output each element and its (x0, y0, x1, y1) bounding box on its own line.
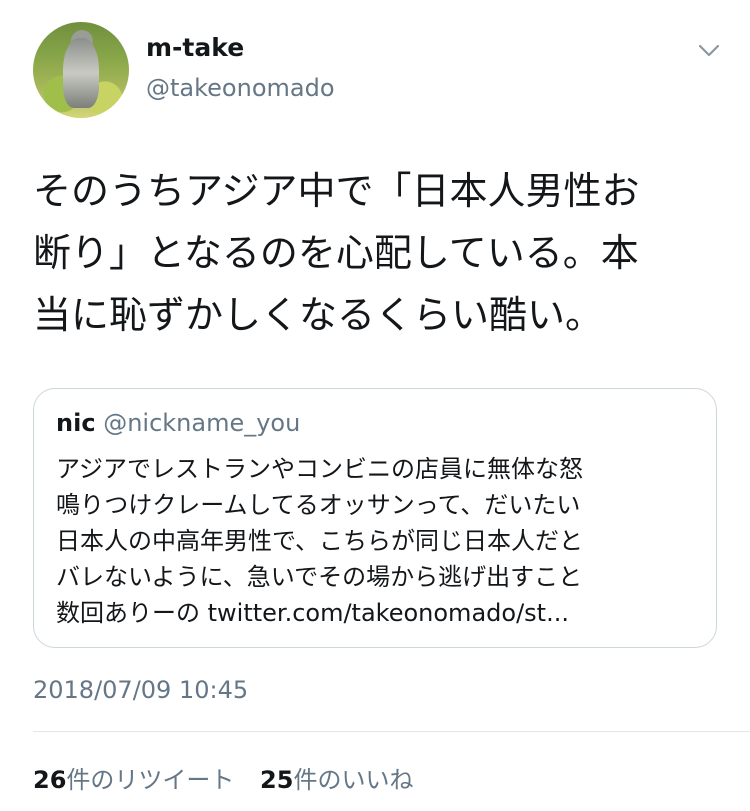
tweet-text: そのうちアジア中で「日本人男性お 断り」となるのを心配している。本 当に恥ずかし… (33, 160, 723, 346)
tweet-text-line: そのうちアジア中で「日本人男性お (33, 169, 640, 213)
quoted-text-line: バレないように、急いでその場から逃げ出すこと (56, 563, 583, 591)
likes-count: 25 (260, 766, 294, 794)
author-name[interactable]: m-take (146, 33, 244, 62)
quoted-text-line: 鳴りつけクレームしてるオッサンって、だいたい (56, 491, 581, 519)
likes-stat[interactable]: 25件のいいね (260, 766, 413, 794)
retweets-label: 件のリツイート (66, 766, 235, 794)
tweet-stats: 26件のリツイート 25件のいいね (33, 760, 431, 795)
quoted-text-line: 日本人の中高年男性で、こちらが同じ日本人だと (56, 527, 584, 555)
retweets-stat[interactable]: 26件のリツイート (33, 766, 234, 794)
divider (33, 731, 750, 732)
quoted-tweet-header: nic @nickname_you (56, 409, 300, 437)
quoted-author-name: nic (56, 409, 96, 437)
tweet-timestamp[interactable]: 2018/07/09 10:45 (33, 676, 248, 704)
statue-body-shape (63, 38, 99, 108)
quoted-text-line: アジアでレストランやコンビニの店員に無体な怒 (56, 455, 584, 483)
quoted-tweet-card[interactable]: nic @nickname_you アジアでレストランやコンビニの店員に無体な怒… (33, 388, 717, 648)
tweet-text-line: 断り」となるのを心配している。本 (33, 231, 639, 275)
likes-label: 件のいいね (293, 766, 414, 794)
chevron-down-icon[interactable] (696, 38, 722, 64)
author-avatar[interactable] (33, 22, 129, 118)
quoted-author-handle: @nickname_you (103, 409, 301, 437)
quoted-text-line: 数回ありーの twitter.com/takeonomado/st... (56, 599, 569, 627)
author-handle[interactable]: @takeonomado (146, 74, 335, 102)
retweets-count: 26 (33, 766, 67, 794)
quoted-tweet-text: アジアでレストランやコンビニの店員に無体な怒 鳴りつけクレームしてるオッサンって… (56, 451, 696, 631)
tweet-text-line: 当に恥ずかしくなるくらい酷い。 (33, 293, 604, 337)
